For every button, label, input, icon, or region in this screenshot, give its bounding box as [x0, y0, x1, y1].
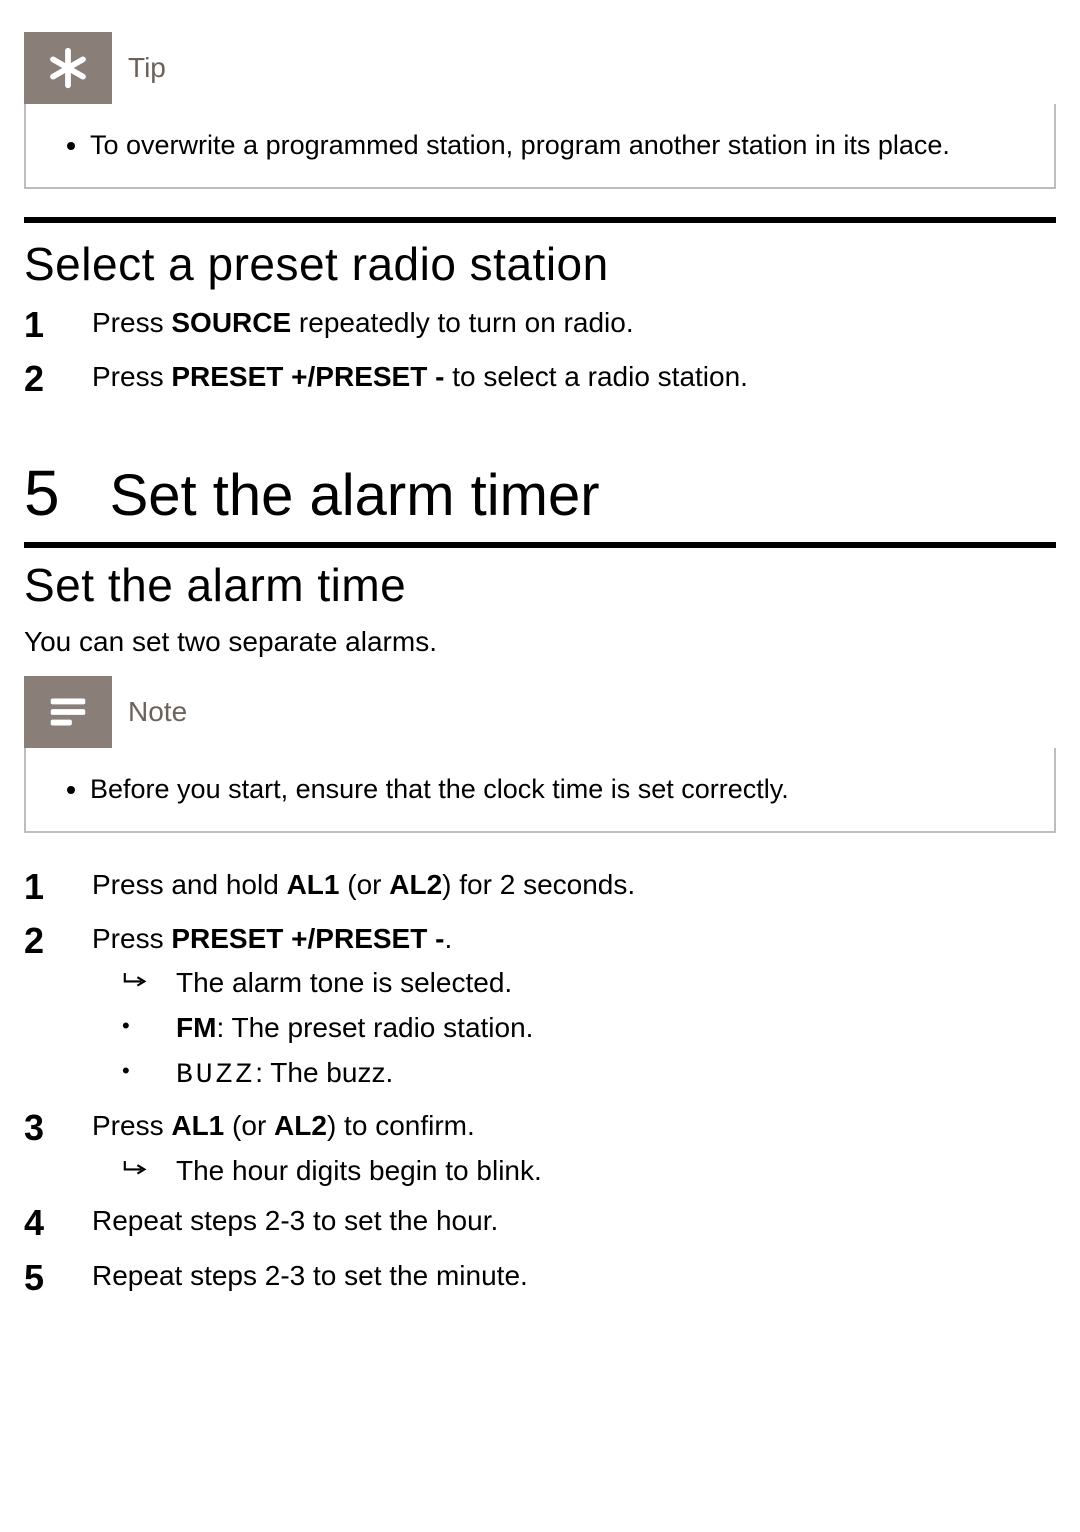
alarm-steps: 1 Press and hold AL1 (or AL2) for 2 seco…: [24, 861, 1056, 1304]
step-text: Press AL1 (or AL2) to confirm. The hour …: [92, 1102, 1056, 1195]
arrow-icon: [122, 963, 150, 1004]
option-line: • BUZZ: The buzz.: [122, 1053, 1056, 1097]
seven-segment-text: BUZZ: [176, 1060, 255, 1091]
tip-callout: Tip To overwrite a programmed station, p…: [24, 32, 1056, 189]
tip-body: To overwrite a programmed station, progr…: [24, 104, 1056, 189]
step: 4 Repeat steps 2-3 to set the hour.: [24, 1197, 1056, 1249]
arrow-icon: [122, 1151, 150, 1192]
section-heading-preset: Select a preset radio station: [24, 237, 1056, 291]
step-number: 3: [24, 1102, 54, 1195]
chapter-title: Set the alarm timer: [110, 462, 600, 529]
step-number: 2: [24, 915, 54, 1100]
step-number: 1: [24, 861, 54, 913]
note-item: Before you start, ensure that the clock …: [90, 770, 1024, 809]
option-line: • FM: The preset radio station.: [122, 1008, 1056, 1049]
step-number: 1: [24, 299, 54, 351]
note-icon: [24, 676, 112, 748]
bullet-icon: •: [122, 1053, 150, 1097]
chapter-heading: 5 Set the alarm timer: [24, 442, 1056, 548]
note-callout: Note Before you start, ensure that the c…: [24, 676, 1056, 833]
bullet-icon: •: [122, 1008, 150, 1049]
step-text: Press and hold AL1 (or AL2) for 2 second…: [92, 861, 1056, 913]
step-text: Repeat steps 2-3 to set the hour.: [92, 1197, 1056, 1249]
step: 1 Press SOURCE repeatedly to turn on rad…: [24, 299, 1056, 351]
step-number: 4: [24, 1197, 54, 1249]
step: 2 Press PRESET +/PRESET -. The alarm ton…: [24, 915, 1056, 1100]
preset-steps: 1 Press SOURCE repeatedly to turn on rad…: [24, 299, 1056, 405]
note-header: Note: [24, 676, 1056, 748]
step-text: Press SOURCE repeatedly to turn on radio…: [92, 299, 1056, 351]
tip-header: Tip: [24, 32, 1056, 104]
tip-label: Tip: [112, 52, 166, 84]
step-number: 2: [24, 353, 54, 405]
step: 5 Repeat steps 2-3 to set the minute.: [24, 1252, 1056, 1304]
step-text: Press PRESET +/PRESET - to select a radi…: [92, 353, 1056, 405]
note-label: Note: [112, 696, 187, 728]
step: 3 Press AL1 (or AL2) to confirm. The hou…: [24, 1102, 1056, 1195]
divider: [24, 217, 1056, 223]
chapter-number: 5: [24, 456, 60, 530]
section-intro: You can set two separate alarms.: [24, 626, 1056, 658]
section-heading-alarm: Set the alarm time: [24, 558, 1056, 612]
step-text: Repeat steps 2-3 to set the minute.: [92, 1252, 1056, 1304]
step: 1 Press and hold AL1 (or AL2) for 2 seco…: [24, 861, 1056, 913]
asterisk-icon: [24, 32, 112, 104]
result-line: The alarm tone is selected.: [122, 963, 1056, 1004]
note-body: Before you start, ensure that the clock …: [24, 748, 1056, 833]
step-text: Press PRESET +/PRESET -. The alarm tone …: [92, 915, 1056, 1100]
tip-item: To overwrite a programmed station, progr…: [90, 126, 1024, 165]
step-number: 5: [24, 1252, 54, 1304]
step: 2 Press PRESET +/PRESET - to select a ra…: [24, 353, 1056, 405]
result-line: The hour digits begin to blink.: [122, 1151, 1056, 1192]
